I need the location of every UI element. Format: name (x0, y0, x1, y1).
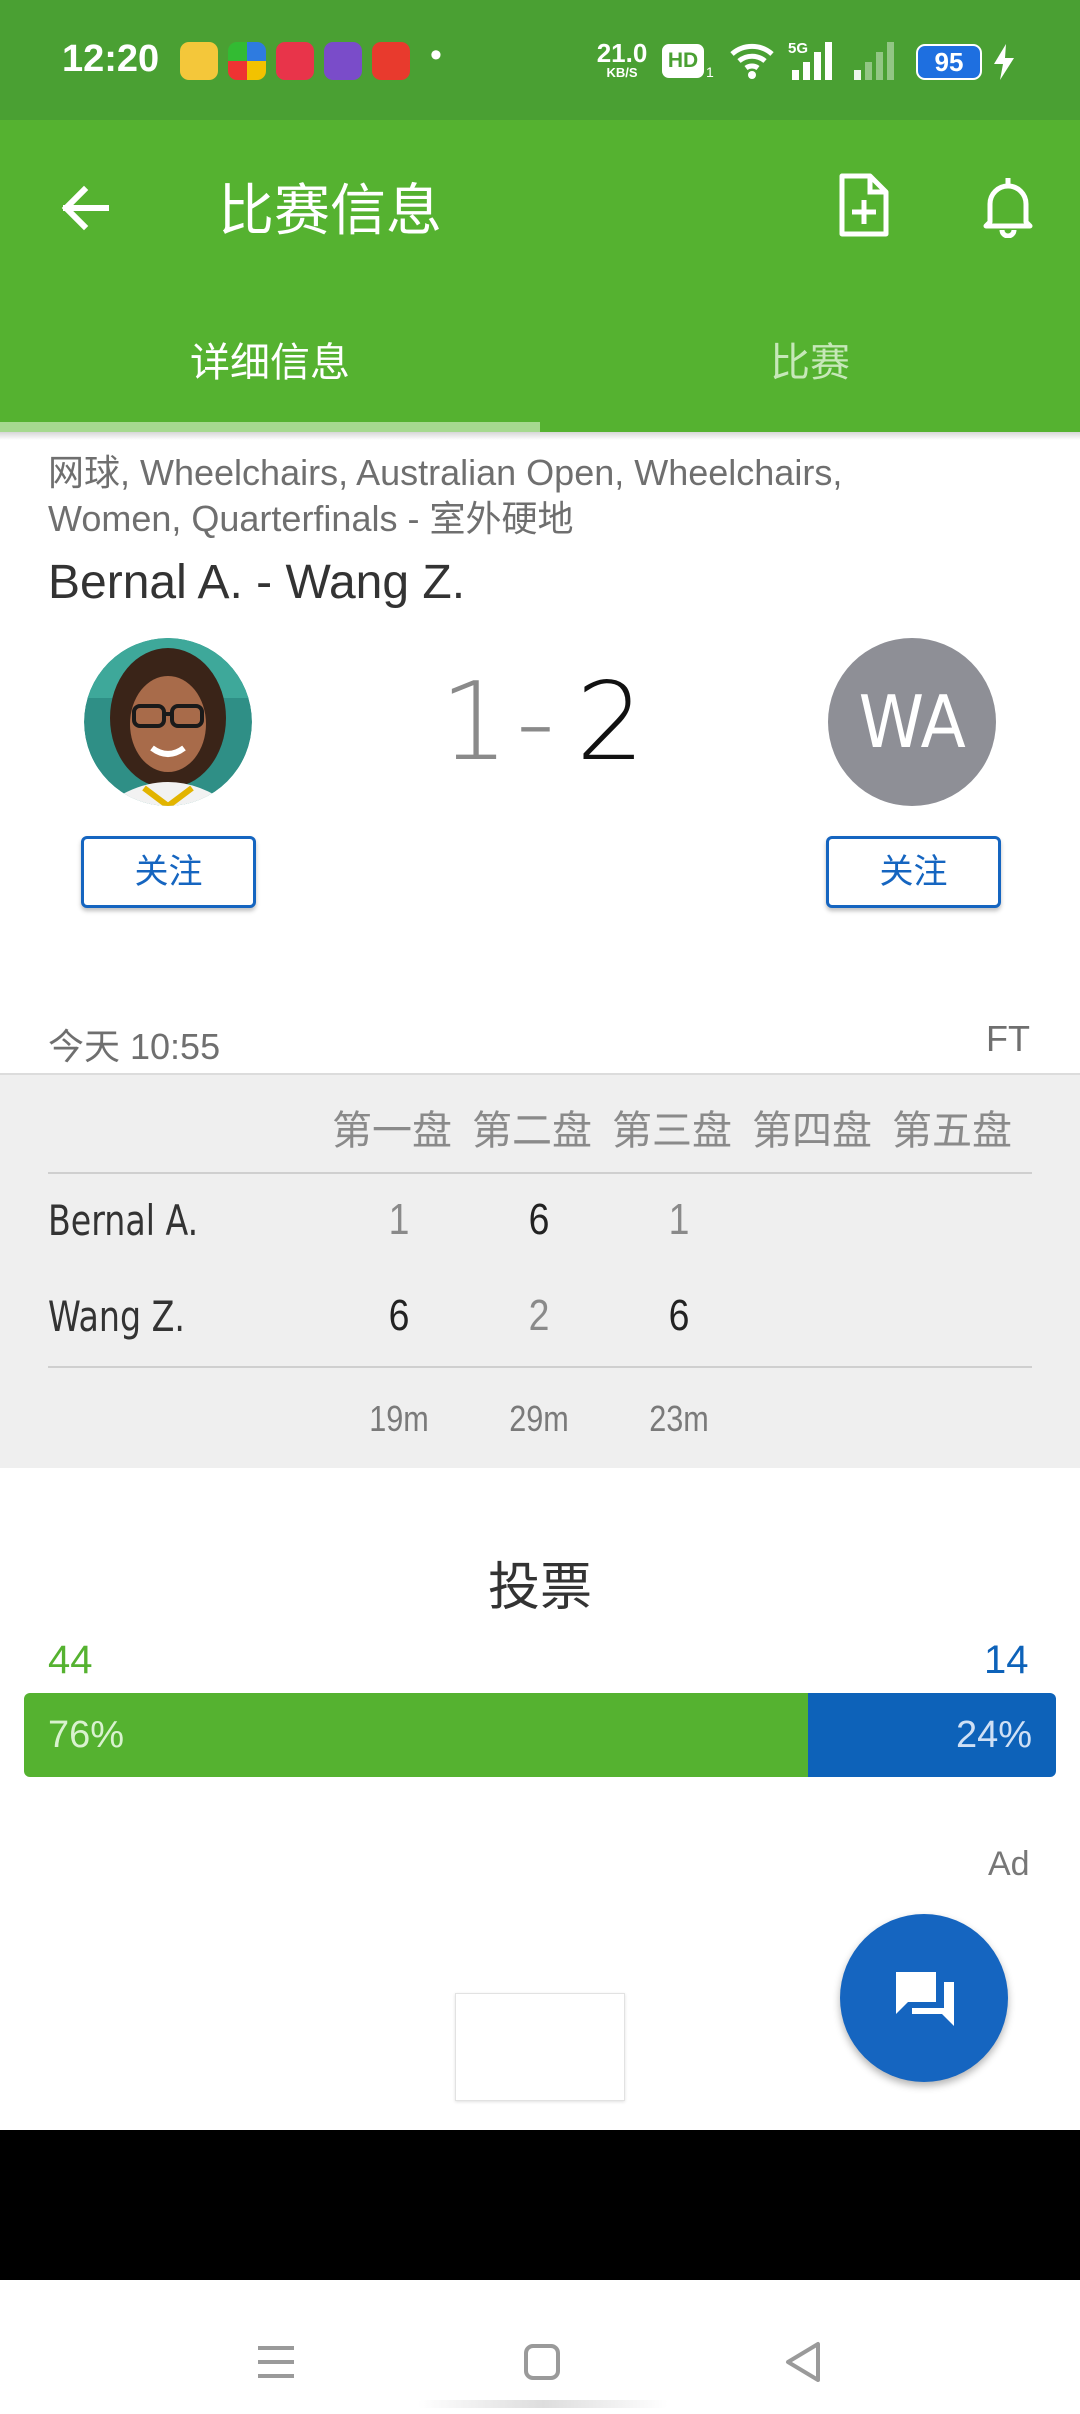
chat-icon (896, 1972, 954, 2026)
competition-breadcrumb: 网球, Wheelchairs, Australian Open, Wheelc… (48, 450, 1028, 542)
match-status: FT (986, 1018, 1030, 1059)
set-header-4: 第四盘 (752, 1109, 872, 1153)
score-separator: - (516, 660, 555, 785)
set-duration-3: 23m (649, 1398, 709, 1439)
battery-level: 95 (934, 47, 964, 77)
net-speed-value: 21.0 (596, 38, 648, 68)
back-triangle-icon[interactable] (784, 2340, 824, 2384)
status-bar: 12:20 • 21.0 KB/S HD 1 5G 95 (0, 0, 1080, 120)
sim-index: 1 (706, 64, 714, 80)
signal-2-icon (854, 42, 894, 80)
purple-app-icon (324, 42, 362, 80)
wifi-icon (730, 43, 774, 79)
vote-bar[interactable]: 76% 24% (24, 1693, 1056, 1777)
red-app-icon (276, 42, 314, 80)
set-away-score-1: 6 (388, 1291, 410, 1340)
set-duration-2: 29m (509, 1398, 569, 1439)
signal-icon (792, 42, 832, 80)
page-title: 比赛信息 (218, 179, 442, 242)
charging-icon (994, 44, 1014, 80)
away-score: 2 (576, 660, 645, 785)
chat-fab-button[interactable] (840, 1914, 1008, 2082)
vote-home-count: 44 (48, 1638, 93, 1682)
tab-match[interactable]: 比赛 (540, 330, 1080, 388)
match-title: Bernal A. - Wang Z. (48, 556, 466, 609)
hd-badge: HD (662, 44, 704, 78)
colorful-app-icon (228, 42, 266, 80)
away-follow-label: 关注 (879, 853, 948, 891)
gesture-hint (418, 2400, 668, 2408)
bell-icon[interactable] (980, 174, 1036, 238)
home-follow-button[interactable]: 关注 (81, 836, 256, 908)
set-header-2: 第二盘 (472, 1109, 592, 1153)
vote-title: 投票 (487, 1559, 592, 1617)
home-follow-label: 关注 (134, 853, 203, 891)
set-home-score-2: 6 (528, 1195, 550, 1244)
home-player-avatar[interactable] (84, 638, 252, 806)
battery-indicator: 95 (916, 44, 982, 80)
away-follow-button[interactable]: 关注 (826, 836, 1001, 908)
ad-placeholder[interactable] (455, 1993, 625, 2101)
orange-app-icon (372, 42, 410, 80)
away-player-avatar[interactable]: WA (828, 638, 996, 806)
set-duration-1: 19m (369, 1398, 429, 1439)
set-header-5: 第五盘 (892, 1109, 1012, 1153)
breadcrumb-line-1: 网球, Wheelchairs, Australian Open, Wheelc… (48, 452, 843, 493)
home-icon[interactable] (522, 2342, 562, 2382)
back-arrow-icon[interactable] (56, 180, 112, 236)
set-row-away-name: Wang Z. (48, 1292, 185, 1341)
sets-footer-divider (48, 1366, 1032, 1368)
tab-details[interactable]: 详细信息 (0, 330, 540, 388)
hd-label: HD (667, 49, 699, 72)
vote-away-percent: 24% (955, 1714, 1032, 1756)
notification-dot: • (430, 36, 442, 74)
tab-details-label: 详细信息 (190, 341, 350, 385)
status-time: 12:20 (62, 38, 160, 80)
set-header-1: 第一盘 (332, 1109, 452, 1153)
weibo-app-icon (180, 42, 218, 80)
ad-label: Ad (988, 1845, 1030, 1883)
vote-home-percent: 76% (48, 1714, 125, 1756)
set-away-score-2: 2 (528, 1291, 550, 1340)
set-row-home-name: Bernal A. (48, 1196, 199, 1245)
sets-header-divider (48, 1172, 1032, 1174)
add-document-icon[interactable] (836, 172, 892, 238)
home-score: 1 (440, 660, 509, 785)
app-bar: 比赛信息 详细信息 比赛 (0, 120, 1080, 432)
menu-icon[interactable] (256, 2344, 296, 2380)
set-home-score-3: 1 (668, 1195, 690, 1244)
set-home-score-1: 1 (388, 1195, 410, 1244)
vote-home-segment[interactable]: 76% (24, 1693, 809, 1777)
vote-away-segment[interactable]: 24% (808, 1693, 1056, 1777)
system-nav-bar (0, 2280, 1080, 2414)
vote-away-count: 14 (984, 1638, 1029, 1682)
net-speed: 21.0 KB/S (594, 40, 650, 79)
away-avatar-initials: WA (858, 680, 966, 764)
black-bar (0, 2130, 1080, 2280)
app-bar-shadow (0, 432, 1080, 440)
set-away-score-3: 6 (668, 1291, 690, 1340)
tab-match-label: 比赛 (770, 341, 850, 385)
match-time: 今天 10:55 (48, 1026, 221, 1067)
set-header-3: 第三盘 (612, 1109, 732, 1153)
breadcrumb-line-2: Women, Quarterfinals - 室外硬地 (48, 498, 574, 539)
tab-indicator (0, 422, 540, 432)
